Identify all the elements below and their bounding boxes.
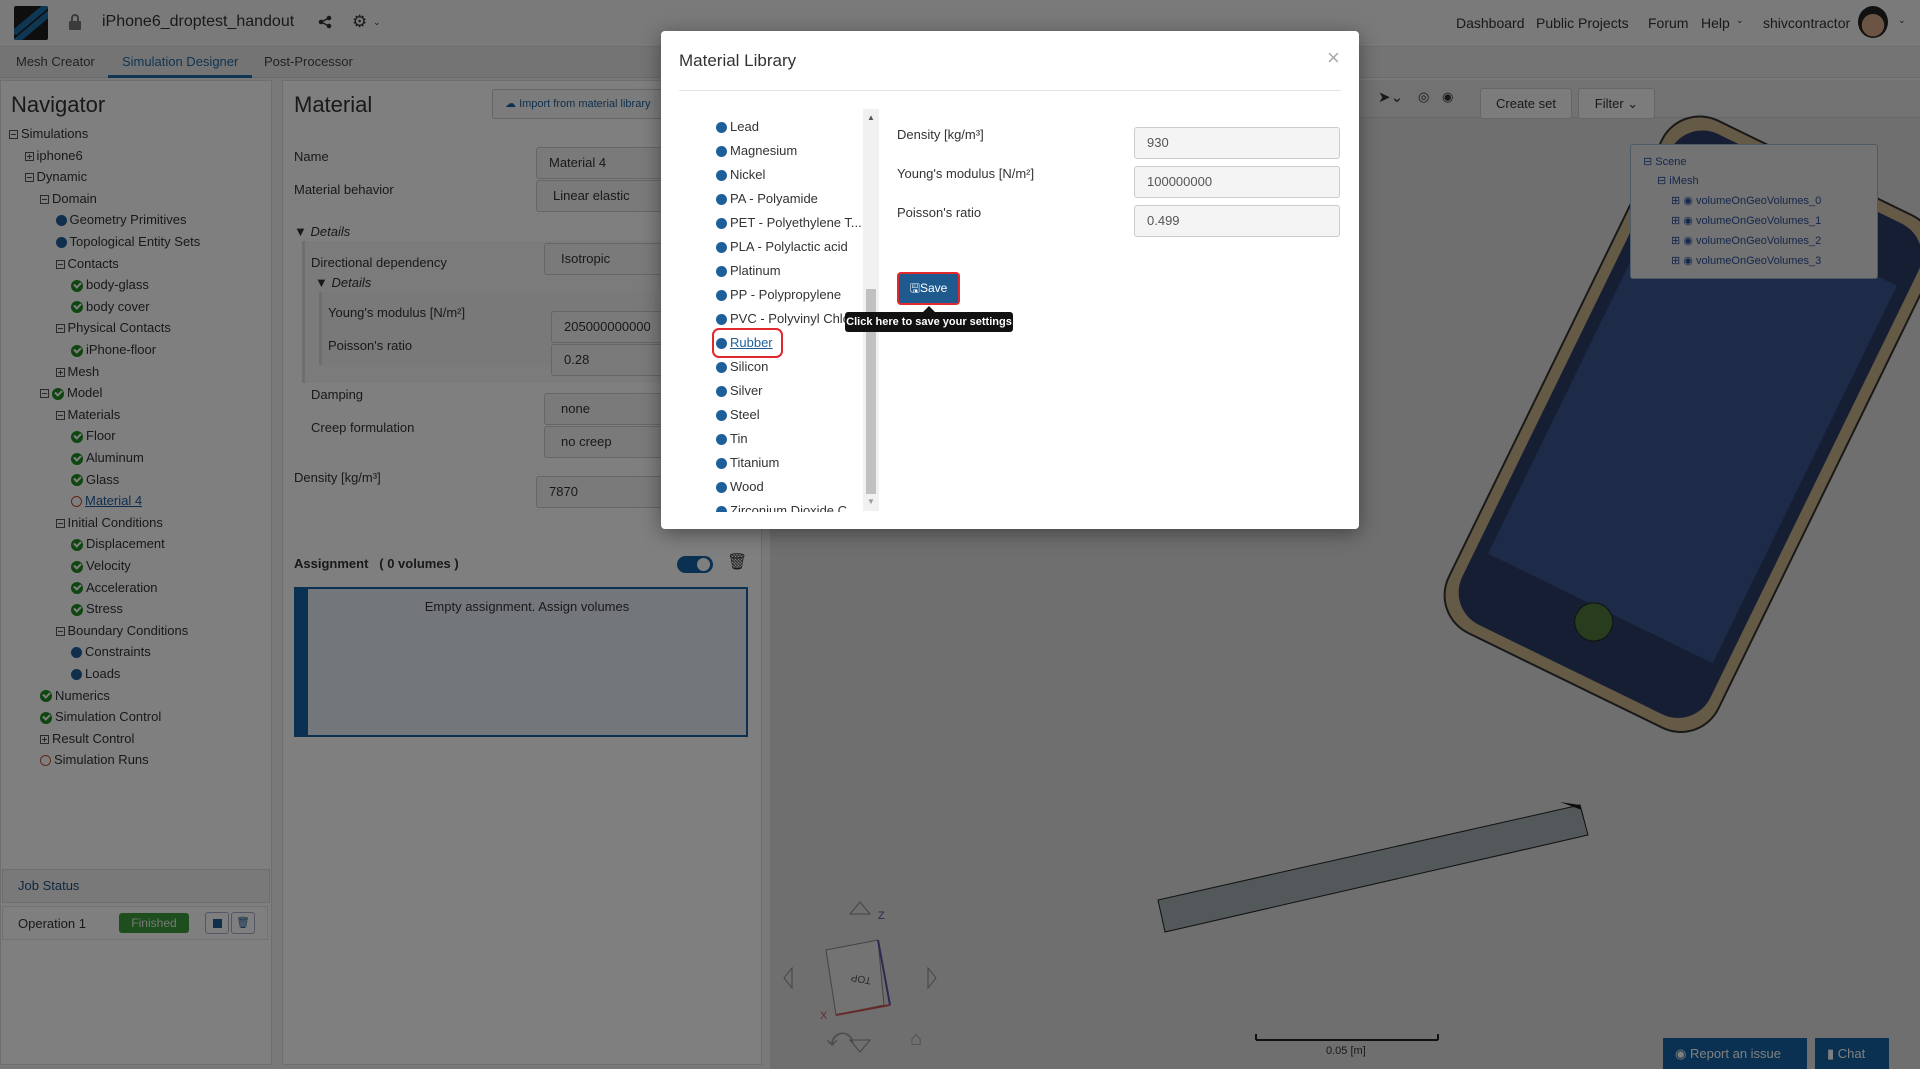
- material-name: PVC - Polyvinyl Chlo...: [730, 311, 861, 326]
- material-list-item[interactable]: Magnesium: [716, 140, 797, 162]
- dot-icon: [716, 362, 727, 374]
- dot-icon: [716, 482, 727, 494]
- material-list-item[interactable]: PET - Polyethylene T...: [716, 212, 862, 234]
- material-name: Silicon: [730, 359, 769, 374]
- dot-icon: [716, 506, 727, 512]
- material-list-item[interactable]: PVC - Polyvinyl Chlo...: [716, 308, 861, 330]
- save-label: Save: [919, 281, 948, 295]
- material-name: PLA - Polylactic acid: [730, 239, 848, 254]
- library-density-input[interactable]: 930: [1134, 127, 1340, 159]
- dot-icon: [716, 314, 727, 326]
- material-list-item[interactable]: Silver: [716, 380, 763, 402]
- material-list-item[interactable]: Steel: [716, 404, 760, 426]
- save-button[interactable]: 🖫Save: [897, 272, 960, 305]
- dot-icon: [716, 218, 727, 230]
- dot-icon: [716, 410, 727, 422]
- material-list-item[interactable]: Tin: [716, 428, 748, 450]
- dot-icon: [716, 458, 727, 470]
- dot-icon: [716, 266, 727, 278]
- material-list-item[interactable]: PLA - Polylactic acid: [716, 236, 848, 258]
- material-list-item[interactable]: Nickel: [716, 164, 765, 186]
- material-list-item[interactable]: Platinum: [716, 260, 781, 282]
- dot-icon: [716, 290, 727, 302]
- dot-icon: [716, 434, 727, 446]
- material-name: Silver: [730, 383, 763, 398]
- material-name: PP - Polypropylene: [730, 287, 842, 302]
- material-name: Tin: [730, 431, 748, 446]
- dot-icon: [716, 122, 727, 134]
- dot-icon: [716, 170, 727, 182]
- dot-icon: [716, 338, 727, 350]
- dialog-title: Material Library: [679, 51, 797, 70]
- material-name: Zirconium Dioxide C...: [730, 503, 858, 512]
- material-list-item[interactable]: Titanium: [716, 452, 779, 474]
- material-name: Titanium: [730, 455, 780, 470]
- material-name: Wood: [730, 479, 764, 494]
- save-icon: 🖫: [909, 281, 920, 295]
- header-divider: [679, 90, 1341, 91]
- material-list-item[interactable]: PA - Polyamide: [716, 188, 818, 210]
- save-tooltip: Click here to save your settings: [845, 312, 1013, 332]
- list-scrollbar[interactable]: ▲ ▼: [863, 109, 879, 511]
- material-name: Platinum: [730, 263, 781, 278]
- material-list-item[interactable]: Lead: [716, 116, 759, 138]
- material-name: PA - Polyamide: [730, 191, 818, 206]
- material-list-item[interactable]: Wood: [716, 476, 764, 498]
- close-icon[interactable]: ×: [1327, 45, 1340, 71]
- material-name: Lead: [730, 119, 759, 134]
- dot-icon: [716, 146, 727, 158]
- library-youngs-label: Young's modulus [N/m²]: [897, 166, 1035, 181]
- library-youngs-input[interactable]: 100000000: [1134, 166, 1340, 198]
- material-name: Steel: [730, 407, 760, 422]
- material-name: PET - Polyethylene T...: [730, 215, 862, 230]
- material-list-item[interactable]: PP - Polypropylene: [716, 284, 841, 306]
- material-library-dialog: Material Library × Lead Magnesium Nickel PA…: [661, 31, 1359, 529]
- material-name: Nickel: [730, 167, 766, 182]
- dot-icon: [716, 386, 727, 398]
- material-name: Rubber: [730, 335, 773, 350]
- material-name: Magnesium: [730, 143, 798, 158]
- scroll-down-icon[interactable]: ▼: [867, 497, 875, 506]
- material-list-item[interactable]: Silicon: [716, 356, 768, 378]
- library-density-label: Density [kg/m³]: [897, 127, 984, 142]
- dot-icon: [716, 194, 727, 206]
- dot-icon: [716, 242, 727, 254]
- material-list: Lead Magnesium Nickel PA - Polyamide PET - P…: [661, 108, 881, 512]
- material-list-item[interactable]: Rubber: [712, 328, 783, 358]
- library-poisson-label: Poisson's ratio: [897, 205, 982, 220]
- library-poisson-input[interactable]: 0.499: [1134, 205, 1340, 237]
- scroll-up-icon[interactable]: ▲: [867, 113, 875, 122]
- material-list-item[interactable]: Zirconium Dioxide C...: [716, 500, 858, 512]
